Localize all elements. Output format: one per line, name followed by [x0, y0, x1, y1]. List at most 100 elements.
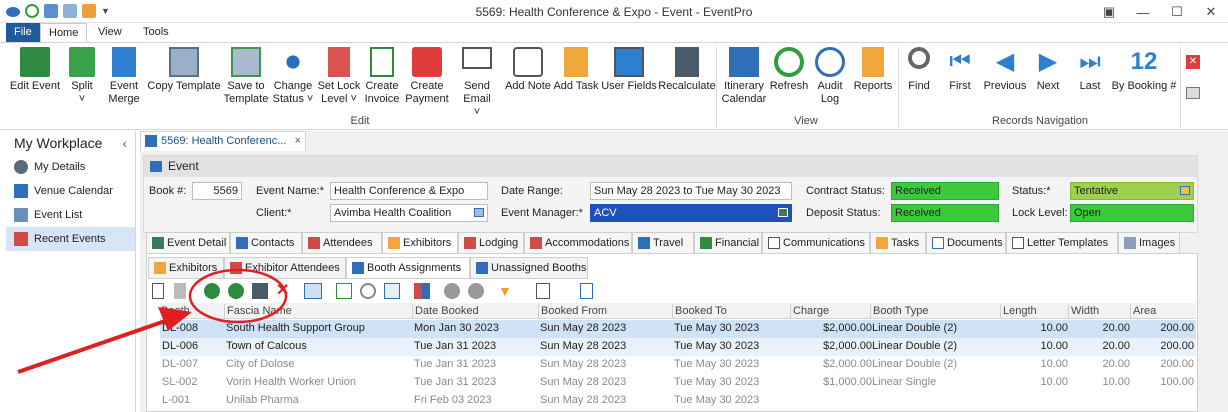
create-invoice-icon[interactable]: [204, 283, 220, 299]
user-fields-button[interactable]: User Fields: [600, 47, 658, 93]
collapse-icon[interactable]: ‹: [122, 131, 127, 155]
lookup-icon[interactable]: [778, 208, 788, 217]
restore-icon[interactable]: ▣: [1092, 2, 1126, 22]
copy-icon[interactable]: [174, 283, 186, 299]
move-down-icon[interactable]: [468, 283, 484, 299]
audit-log-button[interactable]: Audit Log: [812, 47, 848, 106]
change-status-button[interactable]: Change Status ˅: [270, 47, 316, 106]
tab-home[interactable]: Home: [40, 23, 88, 42]
by-booking-button[interactable]: 12 By Booking #: [1110, 47, 1178, 93]
event-merge-button[interactable]: Event Merge: [104, 47, 144, 106]
table-row[interactable]: DL-008 South Health Support Group Mon Jan …: [160, 320, 1196, 338]
reports-button[interactable]: Reports: [850, 47, 896, 93]
add-note-button[interactable]: Add Note: [504, 47, 552, 93]
col-area[interactable]: Area: [1130, 304, 1196, 318]
split-button[interactable]: Split ˅: [64, 47, 100, 106]
subtab-exhibitors[interactable]: Exhibitors: [148, 257, 224, 279]
layout-icon[interactable]: [536, 283, 550, 299]
create-payment-icon[interactable]: [228, 283, 244, 299]
tab-letter-templates[interactable]: Letter Templates: [1006, 232, 1118, 254]
window-layout-icon[interactable]: [1186, 87, 1200, 99]
event-manager-field[interactable]: ACV: [590, 204, 792, 222]
export-icon[interactable]: [336, 283, 352, 299]
tab-travel[interactable]: Travel: [632, 232, 694, 254]
save-to-template-button[interactable]: Save to Template: [222, 47, 270, 106]
new-icon[interactable]: [152, 283, 164, 299]
minimize-icon[interactable]: —: [1126, 2, 1160, 22]
previous-button[interactable]: ◀ Previous: [980, 47, 1030, 93]
group-icon[interactable]: [414, 283, 430, 299]
delete-icon[interactable]: ✕: [276, 283, 292, 299]
first-button[interactable]: ⏮ First: [940, 47, 980, 93]
tab-financial[interactable]: Financial: [694, 232, 762, 254]
tab-event-detail[interactable]: Event Detail: [146, 232, 230, 254]
tab-accommodations[interactable]: Accommodations: [524, 232, 632, 254]
next-button[interactable]: ▶ Next: [1032, 47, 1064, 93]
col-charge[interactable]: Charge: [790, 304, 870, 318]
tab-lodging[interactable]: Lodging: [458, 232, 524, 254]
tab-contacts[interactable]: Contacts: [230, 232, 302, 254]
table-row[interactable]: DL-006 Town of Calcous Tue Jan 31 2023 Sun …: [160, 338, 1196, 356]
file-menu[interactable]: File: [6, 23, 40, 42]
create-payment-button[interactable]: Create Payment: [404, 47, 450, 106]
close-record-icon[interactable]: ✕: [1186, 55, 1200, 69]
client-field[interactable]: Avimba Health Coalition: [330, 204, 488, 222]
tab-images[interactable]: Images: [1118, 232, 1180, 254]
tab-communications[interactable]: Communications: [762, 232, 870, 254]
last-button[interactable]: ⏭ Last: [1072, 47, 1108, 93]
booking-number-field[interactable]: 5569: [192, 182, 242, 200]
col-length[interactable]: Length: [1000, 304, 1068, 318]
status-field[interactable]: Tentative: [1070, 182, 1194, 200]
recalculate-button[interactable]: Recalculate: [658, 47, 716, 93]
close-tab-icon[interactable]: ×: [295, 132, 301, 150]
date-range-field[interactable]: Sun May 28 2023 to Tue May 30 2023: [590, 182, 792, 200]
subtab-exhibitor-attendees[interactable]: Exhibitor Attendees: [224, 257, 346, 279]
tab-view[interactable]: View: [90, 23, 130, 42]
set-lock-level-button[interactable]: Set Lock Level ˅: [316, 47, 362, 106]
close-icon[interactable]: ✕: [1194, 2, 1228, 22]
col-booked-to[interactable]: Booked To: [672, 304, 790, 318]
tab-documents[interactable]: Documents: [926, 232, 1006, 254]
calculator-icon[interactable]: [252, 283, 268, 299]
event-name-field[interactable]: Health Conference & Expo: [330, 182, 488, 200]
sidebar-item-event-list[interactable]: Event List: [6, 203, 135, 227]
create-invoice-button[interactable]: Create Invoice: [362, 47, 402, 106]
table-row[interactable]: L-001 Unilab Pharma Fri Feb 03 2023 Sun May…: [160, 392, 1196, 410]
view-options-icon[interactable]: [304, 283, 322, 299]
tab-exhibitors[interactable]: Exhibitors: [382, 232, 458, 254]
tab-attendees[interactable]: Attendees: [302, 232, 382, 254]
table-row[interactable]: SL-002 Vorin Health Worker Union Tue Jan 3…: [160, 374, 1196, 392]
col-width[interactable]: Width: [1068, 304, 1130, 318]
tab-tasks[interactable]: Tasks: [870, 232, 926, 254]
table-row[interactable]: DL-007 City of Dolose Tue Jan 31 2023 Sun M…: [160, 356, 1196, 374]
columns-icon[interactable]: [384, 283, 400, 299]
col-booked-from[interactable]: Booked From: [538, 304, 672, 318]
subtab-booth-assignments[interactable]: Booth Assignments: [346, 257, 470, 279]
history-icon[interactable]: [360, 283, 376, 299]
col-booth-type[interactable]: Booth Type: [870, 304, 1000, 318]
document-tab[interactable]: 5569: Health Conferenc... ×: [140, 131, 306, 151]
lookup-icon[interactable]: [474, 208, 484, 217]
edit-event-button[interactable]: Edit Event: [6, 47, 64, 93]
contract-status-field[interactable]: Received: [891, 182, 999, 200]
copy-template-button[interactable]: Copy Template: [146, 47, 222, 93]
deposit-status-field[interactable]: Received: [891, 204, 999, 222]
print-preview-icon[interactable]: [580, 283, 593, 299]
add-task-button[interactable]: Add Task: [552, 47, 600, 93]
lookup-icon[interactable]: [1180, 186, 1190, 195]
send-email-button[interactable]: Send Email ˅: [450, 47, 504, 119]
maximize-icon[interactable]: ☐: [1160, 2, 1194, 22]
col-date-booked[interactable]: Date Booked: [412, 304, 538, 318]
sidebar-item-recent-events[interactable]: Recent Events: [6, 227, 135, 251]
sidebar-item-venue-calendar[interactable]: Venue Calendar: [6, 179, 135, 203]
lock-level-field[interactable]: Open: [1070, 204, 1194, 222]
filter-icon[interactable]: ▼: [498, 283, 514, 299]
subtab-unassigned-booths[interactable]: Unassigned Booths: [470, 257, 588, 279]
find-button[interactable]: Find: [902, 47, 936, 93]
sidebar-item-my-details[interactable]: My Details: [6, 155, 135, 179]
col-booth[interactable]: Booth: [160, 304, 224, 318]
refresh-button[interactable]: Refresh: [768, 47, 810, 93]
tab-tools[interactable]: Tools: [135, 23, 177, 42]
col-fascia-name[interactable]: Fascia Name: [224, 304, 412, 318]
itinerary-calendar-button[interactable]: Itinerary Calendar: [720, 47, 768, 106]
